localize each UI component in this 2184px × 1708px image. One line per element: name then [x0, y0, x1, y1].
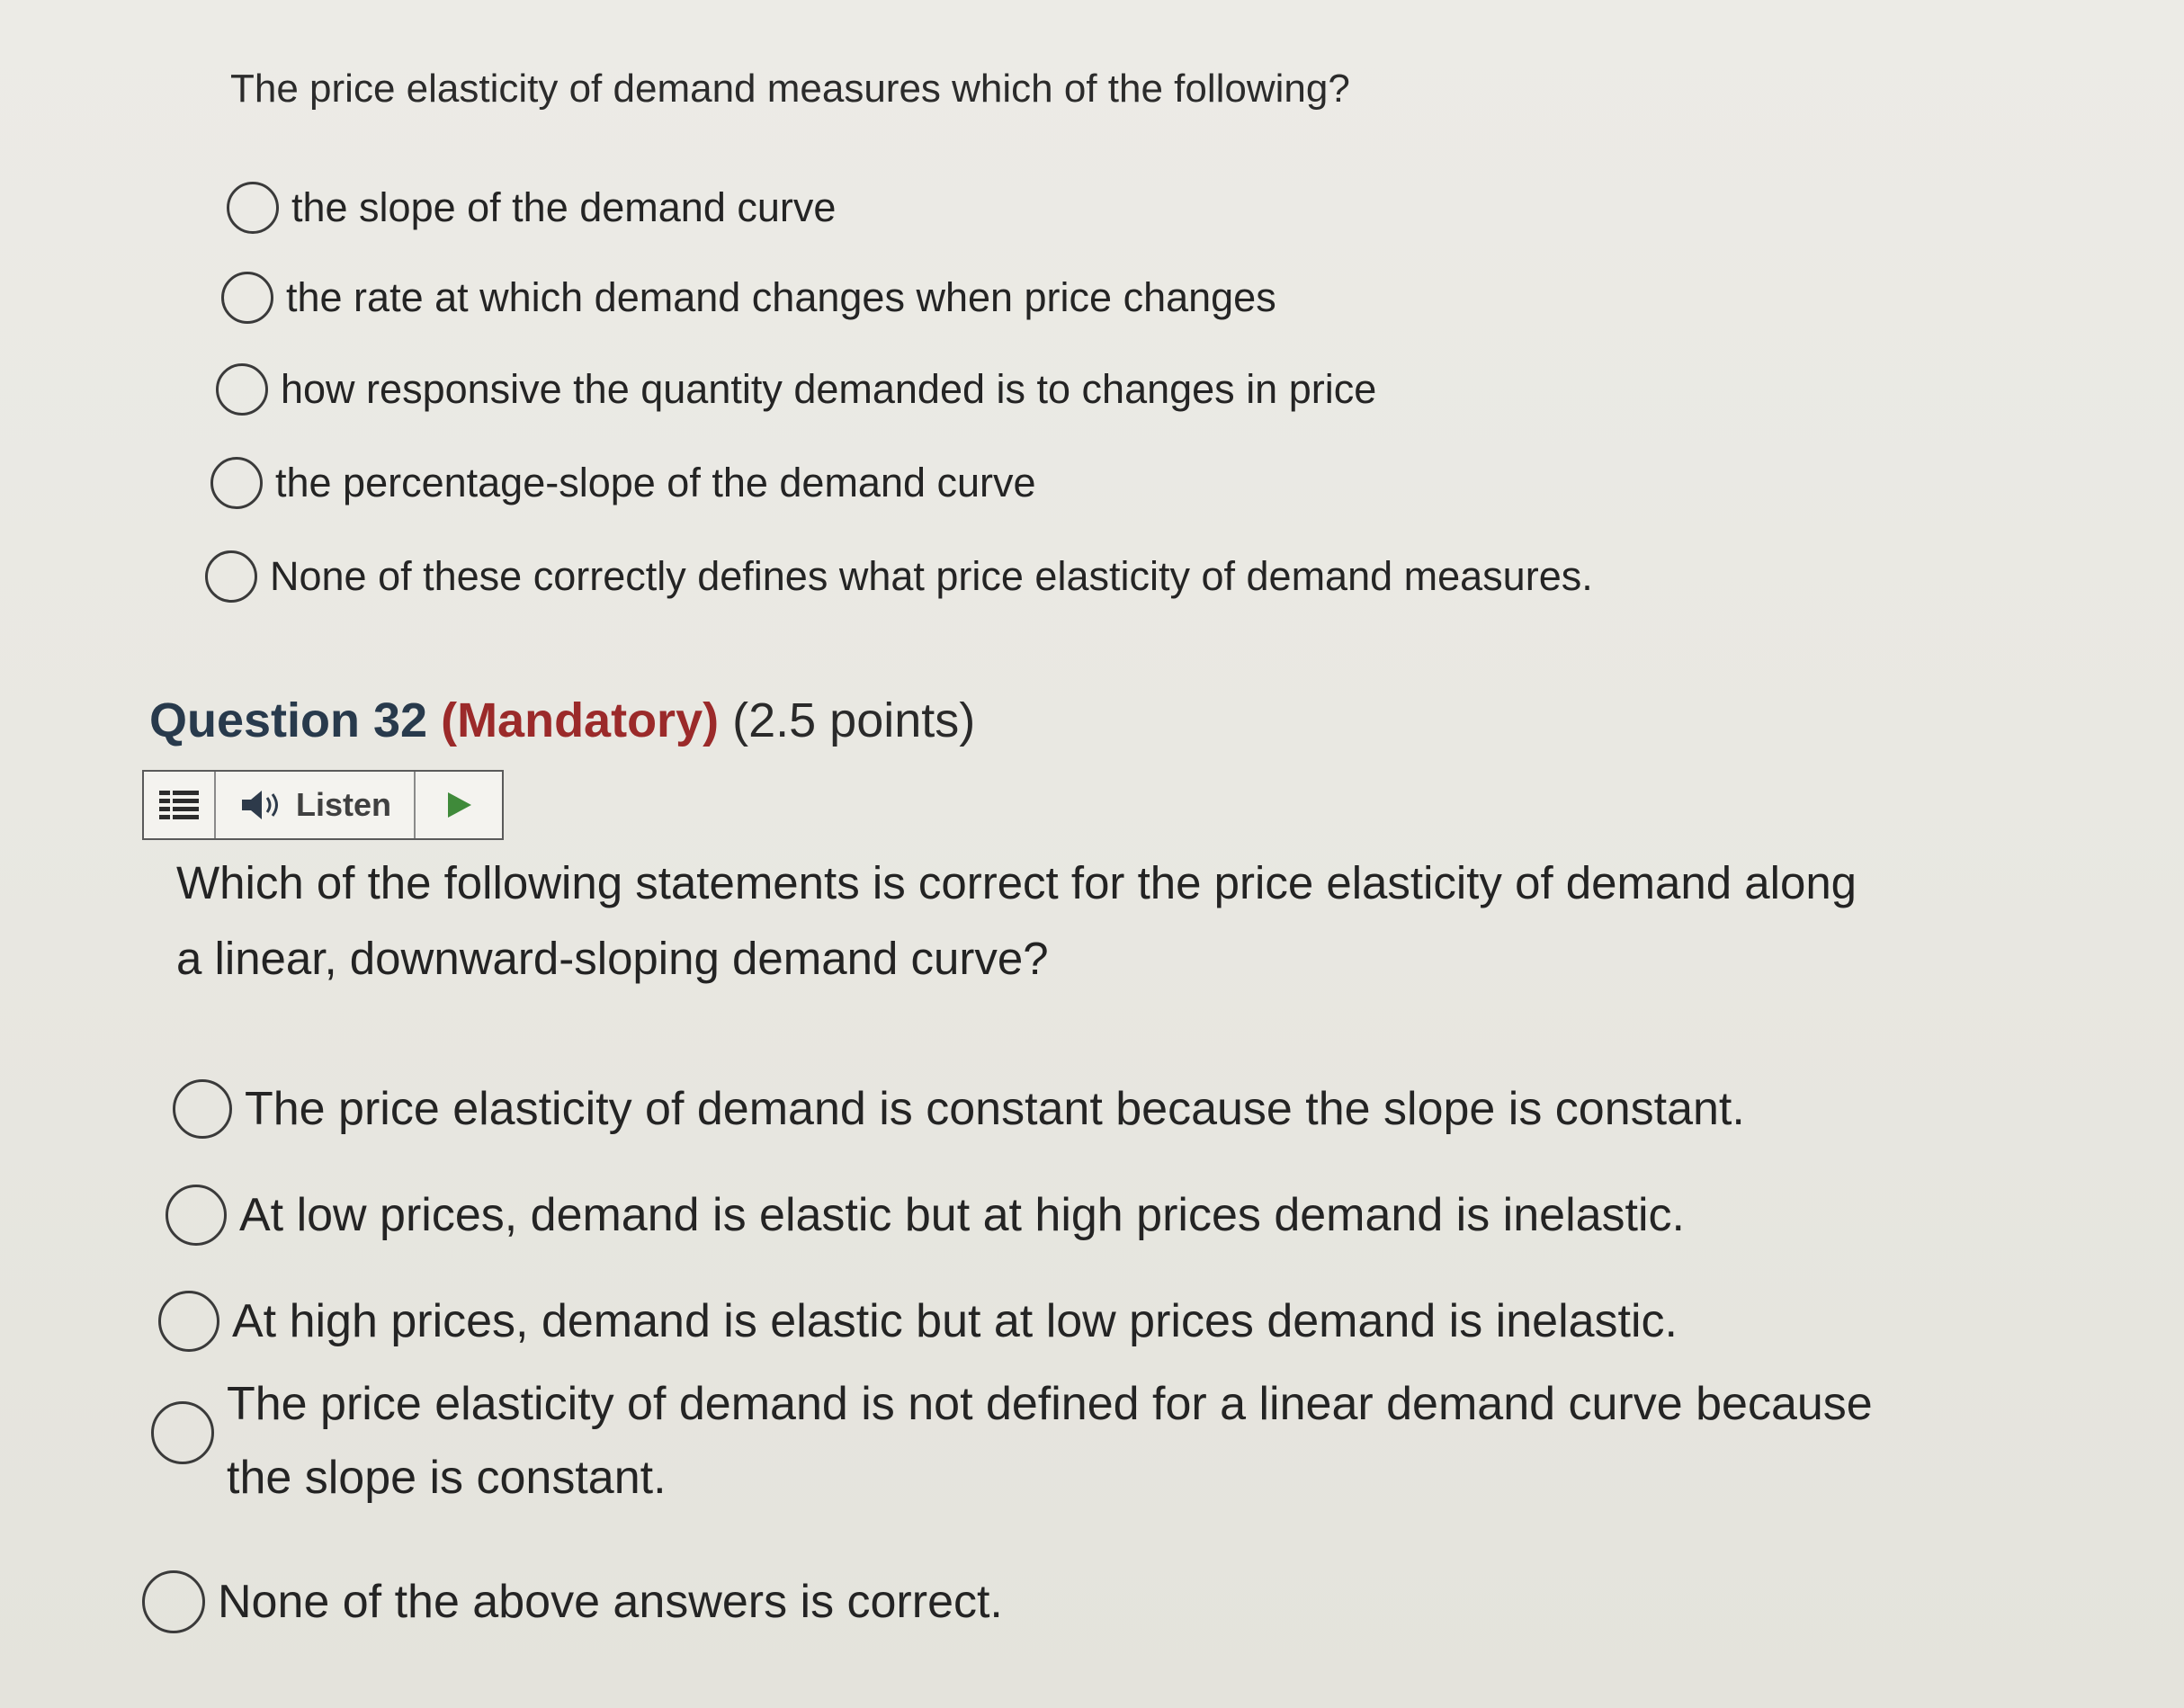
q31-option-2[interactable]: the rate at which demand changes when pr… — [221, 272, 1276, 324]
question-32-header: Question 32 (Mandatory) (2.5 points) — [149, 693, 975, 748]
points-label: (2.5 points) — [732, 693, 976, 747]
radio-button[interactable] — [221, 272, 273, 324]
listen-label: Listen — [295, 786, 391, 823]
radio-button[interactable] — [173, 1079, 232, 1139]
quiz-page: The price elasticity of demand measures … — [0, 0, 2184, 1708]
q31-option-5-label: None of these correctly defines what pri… — [270, 553, 1593, 599]
read-aloud-toolbar: Listen — [142, 770, 504, 840]
q31-option-1[interactable]: the slope of the demand curve — [227, 182, 836, 234]
question-32-prompt-line-2: a linear, downward-sloping demand curve? — [176, 933, 1049, 984]
play-button[interactable] — [416, 772, 502, 838]
question-32-prompt: Which of the following statements is cor… — [176, 845, 1885, 997]
q31-option-4-label: the percentage-slope of the demand curve — [275, 460, 1036, 505]
q32-option-3[interactable]: At high prices, demand is elastic but at… — [158, 1284, 1678, 1358]
q32-option-4-label: The price elasticity of demand is not de… — [227, 1367, 1873, 1515]
play-icon — [448, 792, 471, 818]
radio-button[interactable] — [210, 457, 263, 509]
q32-option-1[interactable]: The price elasticity of demand is consta… — [173, 1072, 1745, 1146]
q31-option-1-label: the slope of the demand curve — [291, 184, 837, 230]
question-32-prompt-line-1: Which of the following statements is cor… — [176, 857, 1857, 908]
radio-button[interactable] — [158, 1291, 219, 1352]
radio-button[interactable] — [142, 1570, 205, 1633]
q32-option-5[interactable]: None of the above answers is correct. — [142, 1565, 1003, 1639]
q32-option-1-label: The price elasticity of demand is consta… — [245, 1083, 1745, 1135]
q31-option-3[interactable]: how responsive the quantity demanded is … — [216, 363, 1376, 416]
q32-option-5-label: None of the above answers is correct. — [218, 1576, 1003, 1628]
q31-option-4[interactable]: the percentage-slope of the demand curve — [210, 457, 1036, 509]
q31-option-5[interactable]: None of these correctly defines what pri… — [205, 550, 1593, 603]
listen-button[interactable]: Listen — [216, 772, 416, 838]
question-number: Question 32 — [149, 693, 428, 747]
radio-button[interactable] — [227, 182, 279, 234]
q32-option-2[interactable]: At low prices, demand is elastic but at … — [166, 1178, 1685, 1252]
q31-option-3-label: how responsive the quantity demanded is … — [281, 366, 1377, 412]
q32-option-4-line-2: the slope is constant. — [227, 1452, 667, 1504]
q32-option-3-label: At high prices, demand is elastic but at… — [232, 1295, 1678, 1347]
q31-option-2-label: the rate at which demand changes when pr… — [286, 274, 1276, 320]
speaker-icon — [241, 791, 278, 819]
q32-option-2-label: At low prices, demand is elastic but at … — [239, 1189, 1685, 1241]
mandatory-label: (Mandatory) — [441, 693, 720, 747]
question-31-prompt: The price elasticity of demand measures … — [230, 67, 1350, 111]
radio-button[interactable] — [166, 1185, 227, 1246]
radio-button[interactable] — [205, 550, 257, 603]
q32-option-4-line-1: The price elasticity of demand is not de… — [227, 1378, 1873, 1430]
radio-button[interactable] — [151, 1401, 214, 1464]
menu-lines-icon — [159, 791, 199, 819]
radio-button[interactable] — [216, 363, 268, 416]
menu-button[interactable] — [144, 772, 216, 838]
q32-option-4[interactable]: The price elasticity of demand is not de… — [151, 1367, 1873, 1515]
